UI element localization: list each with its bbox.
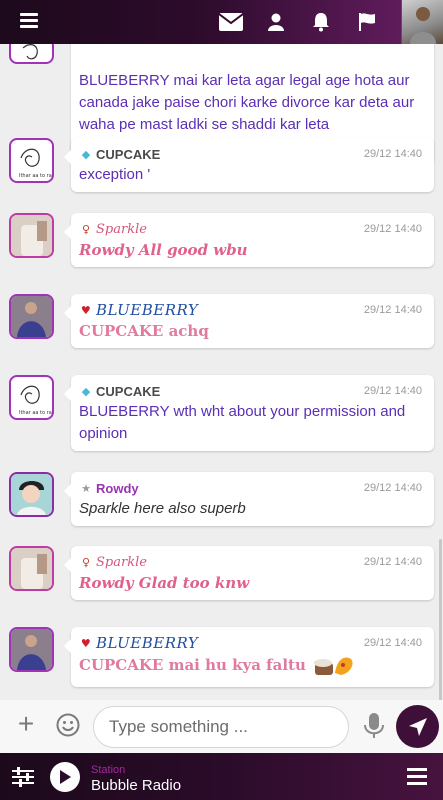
message-bubble: ◆ CUPCAKE 29/12 14:40 BLUEBERRY wth wht … [64,375,434,451]
flag-icon[interactable] [353,10,381,34]
plus-icon[interactable]: + [14,710,38,738]
message-bubble: ♀ Sparkle 29/12 14:40 Rowdy Glad too knw [64,546,434,600]
equalizer-icon[interactable] [12,767,34,787]
message-time: 29/12 14:40 [363,556,422,568]
user-avatar[interactable] [9,627,54,672]
message-time: 29/12 14:40 [363,223,422,235]
bell-icon[interactable] [307,10,335,34]
user-avatar[interactable] [9,472,54,517]
message-text: BLUEBERRY wth wht about your permission … [79,403,406,442]
play-icon [60,770,71,784]
emoji-icon[interactable] [56,713,80,737]
star-icon: ★ [81,482,91,495]
microphone-icon[interactable] [362,712,386,740]
message-time: 29/12 14:40 [363,637,422,649]
user-avatar[interactable] [9,213,54,258]
user-avatar[interactable]: Ithar aa to rain [9,138,54,183]
girl-icon: ♀ [81,555,91,569]
heart-icon: ♥ [80,303,92,317]
message-text: Sparkle here also superb [79,500,246,517]
message-input-bar: + [0,700,443,753]
message-time: 29/12 14:40 [363,482,422,494]
chat-feed[interactable]: BLUEBERRY mai kar leta agar legal age ho… [0,44,443,700]
player-menu-icon[interactable] [407,768,429,786]
scrollbar[interactable] [439,539,442,700]
menu-icon[interactable] [10,10,48,34]
message-text-row: CUPCAKE mai hu kya faltu [79,653,424,677]
message-text: Rowdy Glad too knw [79,574,250,592]
user-avatar[interactable]: Ithar aa to rain [9,375,54,420]
message-bubble: ♥ BLUEBERRY 29/12 14:40 CUPCAKE achq [64,294,434,348]
user-icon[interactable] [262,10,290,34]
message-bubble: ★ Rowdy 29/12 14:40 Sparkle here also su… [64,472,434,526]
message-text: CUPCAKE mai hu kya faltu [79,656,306,674]
station-label: Station [91,764,126,776]
heart-icon: ♥ [80,636,92,650]
send-button[interactable] [396,705,439,748]
message-bubble: ♀ Sparkle 29/12 14:40 Rowdy All good wbu [64,213,434,267]
mail-icon[interactable] [217,10,245,34]
profile-avatar[interactable] [401,0,443,44]
play-button[interactable] [50,762,80,792]
message-text: exception ' [79,166,151,183]
station-name: Bubble Radio [91,777,182,794]
diamond-icon: ◆ [81,385,91,398]
radio-player-bar: Station Bubble Radio [0,753,443,800]
message-input[interactable] [93,706,349,748]
svg-text:Ithar aa to rain: Ithar aa to rain [19,410,52,416]
user-avatar[interactable] [9,44,54,64]
message-text: Rowdy All good wbu [79,241,248,259]
diamond-icon: ◆ [81,148,91,161]
message-bubble: ♥ BLUEBERRY 29/12 14:40 CUPCAKE mai hu k… [64,627,434,687]
message-time: 29/12 14:40 [363,385,422,397]
message-text: CUPCAKE achq [79,322,209,340]
sticker-image [313,657,353,675]
message-bubble: ◆ CUPCAKE 29/12 14:40 exception ' [64,138,434,192]
message-time: 29/12 14:40 [363,304,422,316]
message-time: 29/12 14:40 [363,148,422,160]
user-avatar[interactable] [9,294,54,339]
send-icon [408,717,427,736]
user-avatar[interactable] [9,546,54,591]
girl-icon: ♀ [81,222,91,236]
svg-text:Ithar aa to rain: Ithar aa to rain [19,173,52,179]
message-text: BLUEBERRY mai kar leta agar legal age ho… [79,72,415,133]
top-bar [0,0,443,44]
